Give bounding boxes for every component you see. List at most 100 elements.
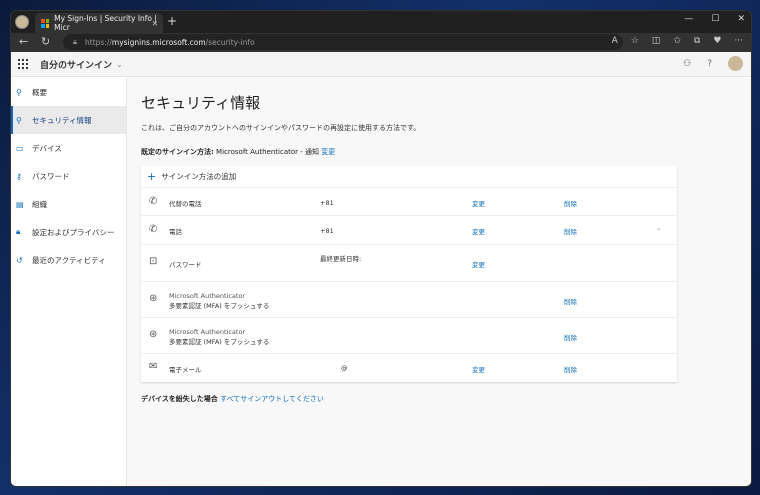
method-row: ⊛ Microsoft Authenticator 多要素認証 (MFA) をプ… [141,318,677,354]
collections-icon[interactable]: ⧉ [694,36,700,46]
url-host: mysignins.microsoft.com [111,37,206,47]
app-launcher-icon[interactable] [18,59,28,69]
browser-tab[interactable]: My Sign-Ins | Security Info | Micr ✕ [35,13,163,33]
default-method-value: Microsoft Authenticator - 通知 [216,148,319,156]
phone-icon: ✆ [149,224,158,235]
close-window-button[interactable]: ✕ [737,14,745,24]
delete-link[interactable]: 削除 [564,332,577,342]
avatar[interactable] [728,56,743,71]
change-link[interactable]: 変更 [472,198,485,208]
method-detail: 多要素認証 (MFA) をプッシュする [169,338,270,346]
lock-icon: 🔒︎ [16,227,21,236]
address-bar-row: ← ↻ 🔒︎ https://mysignins.microsoft.com/s… [11,33,751,52]
main-content: セキュリティ情報 これは、ご自分のアカウントへのサインインやパスワードの再設定に… [127,78,751,486]
back-button[interactable]: ← [19,35,28,48]
app-title[interactable]: 自分のサインイン [40,58,112,71]
method-row: ✉ 電子メール @ 変更 削除 [141,354,677,382]
more-icon[interactable]: ··· [734,36,743,46]
method-value: +81 [320,227,334,235]
refresh-button[interactable]: ↻ [41,35,50,48]
delete-link[interactable]: 削除 [564,226,577,236]
sidebar-item-recent-activity[interactable]: ↺ 最近のアクティビティ [11,246,126,274]
method-name: 電話 [169,228,182,236]
default-method: 既定のサインイン方法: Microsoft Authenticator - 通知… [141,147,751,157]
laptop-icon: ▭ [16,143,24,153]
sidebar-item-label: 設定およびプライバシー [32,227,115,237]
lost-device-label: デバイスを紛失した場合 [141,395,218,403]
sidebar: ⚲ 概要 ⚲ セキュリティ情報 ▭ デバイス ⚷ パスワード ▤ 組織 🔒︎ 設定およびプラ… [11,78,127,486]
split-screen-icon[interactable]: ◫ [652,36,661,46]
default-method-label: 既定のサインイン方法: [141,148,214,156]
method-name: 代替の電話 [169,200,202,208]
minimize-button[interactable]: — [684,14,693,24]
sidebar-item-label: パスワード [32,171,70,181]
read-aloud-icon[interactable]: A [612,36,618,46]
sidebar-item-organizations[interactable]: ▤ 組織 [11,190,126,218]
delete-link[interactable]: 削除 [564,364,577,374]
phone-icon: ✆ [149,196,158,207]
help-icon[interactable]: ? [707,59,712,69]
favorites-icon[interactable]: ✩ [673,36,681,46]
history-icon: ↺ [16,255,23,265]
method-value: @ [341,364,348,372]
change-link[interactable]: 変更 [472,364,485,374]
page: 自分のサインイン ⌄ ⚇ ? ⚲ 概要 ⚲ セキュリティ情報 ▭ デバイス ⚷ パスワー… [11,52,751,486]
sidebar-item-overview[interactable]: ⚲ 概要 [11,78,126,106]
mail-icon: ✉ [149,361,158,372]
add-method-button[interactable]: + サインイン方法の追加 [141,166,677,188]
sidebar-item-security-info[interactable]: ⚲ セキュリティ情報 [11,106,126,134]
sidebar-item-password[interactable]: ⚷ パスワード [11,162,126,190]
methods-card: + サインイン方法の追加 ✆ 代替の電話 +81 変更 削除 ✆ 電話 +81 変… [141,166,677,382]
sidebar-item-label: 最近のアクティビティ [32,255,106,265]
method-value: +81 [320,199,334,207]
close-tab-icon[interactable]: ✕ [152,19,158,28]
page-title: セキュリティ情報 [141,94,261,112]
method-row: ✆ 電話 +81 変更 削除 ⌄ [141,216,677,245]
address-bar[interactable]: 🔒︎ https://mysignins.microsoft.com/secur… [63,34,623,50]
sidebar-item-label: 概要 [32,87,47,97]
lost-device: デバイスを紛失した場合 すべてサインアウトしてください [141,394,751,404]
method-detail: 多要素認証 (MFA) をプッシュする [169,302,270,310]
extension-icon[interactable]: ♥ [713,36,721,46]
add-method-label: サインイン方法の追加 [161,172,237,181]
change-link[interactable]: 変更 [472,226,485,236]
person-icon: ⚲ [16,87,22,97]
new-tab-button[interactable]: + [167,14,177,28]
url-scheme: https:// [85,37,112,47]
method-row: ⊛ Microsoft Authenticator 多要素認証 (MFA) をプ… [141,282,677,318]
method-name: パスワード [169,261,202,269]
sidebar-item-devices[interactable]: ▭ デバイス [11,134,126,162]
sign-out-everywhere-link[interactable]: すべてサインアウトしてください [220,395,324,403]
tab-title: My Sign-Ins | Security Info | Micr [54,14,157,32]
profile-avatar[interactable] [15,15,29,29]
sidebar-item-settings-privacy[interactable]: 🔒︎ 設定およびプライバシー [11,218,126,246]
browser-window: My Sign-Ins | Security Info | Micr ✕ + —… [10,10,752,487]
delete-link[interactable]: 削除 [564,198,577,208]
sidebar-item-label: 組織 [32,199,47,209]
security-icon: ⚲ [16,115,22,125]
lock-icon: 🔒︎ [73,37,77,46]
plus-icon: + [147,170,157,183]
page-description: これは、ご自分のアカウントへのサインインやパスワードの再設定に使用する方法です。 [141,124,421,132]
favorite-icon[interactable]: ☆ [631,36,639,46]
password-icon: ⊡ [149,256,158,267]
url-path: /security-info [205,37,255,47]
org-icon[interactable]: ⚇ [683,59,691,69]
maximize-button[interactable]: ☐ [711,14,719,24]
chevron-down-icon[interactable]: ⌄ [656,224,661,232]
change-default-link[interactable]: 変更 [321,148,335,156]
sidebar-item-label: デバイス [32,143,62,153]
delete-link[interactable]: 削除 [564,296,577,306]
chevron-down-icon[interactable]: ⌄ [116,60,123,69]
method-row: ⊡ パスワード 最終更新日時: 変更 [141,245,677,282]
method-name: 電子メール [169,366,202,374]
key-icon: ⚷ [16,171,22,181]
tab-bar: My Sign-Ins | Security Info | Micr ✕ + —… [11,11,751,33]
app-header: 自分のサインイン ⌄ ⚇ ? [11,52,751,77]
sidebar-item-label: セキュリティ情報 [32,115,92,125]
method-name: Microsoft Authenticator [169,292,246,300]
method-value: 最終更新日時: [320,255,362,263]
change-link[interactable]: 変更 [472,259,485,269]
authenticator-icon: ⊛ [149,329,158,340]
method-name: Microsoft Authenticator [169,328,246,336]
